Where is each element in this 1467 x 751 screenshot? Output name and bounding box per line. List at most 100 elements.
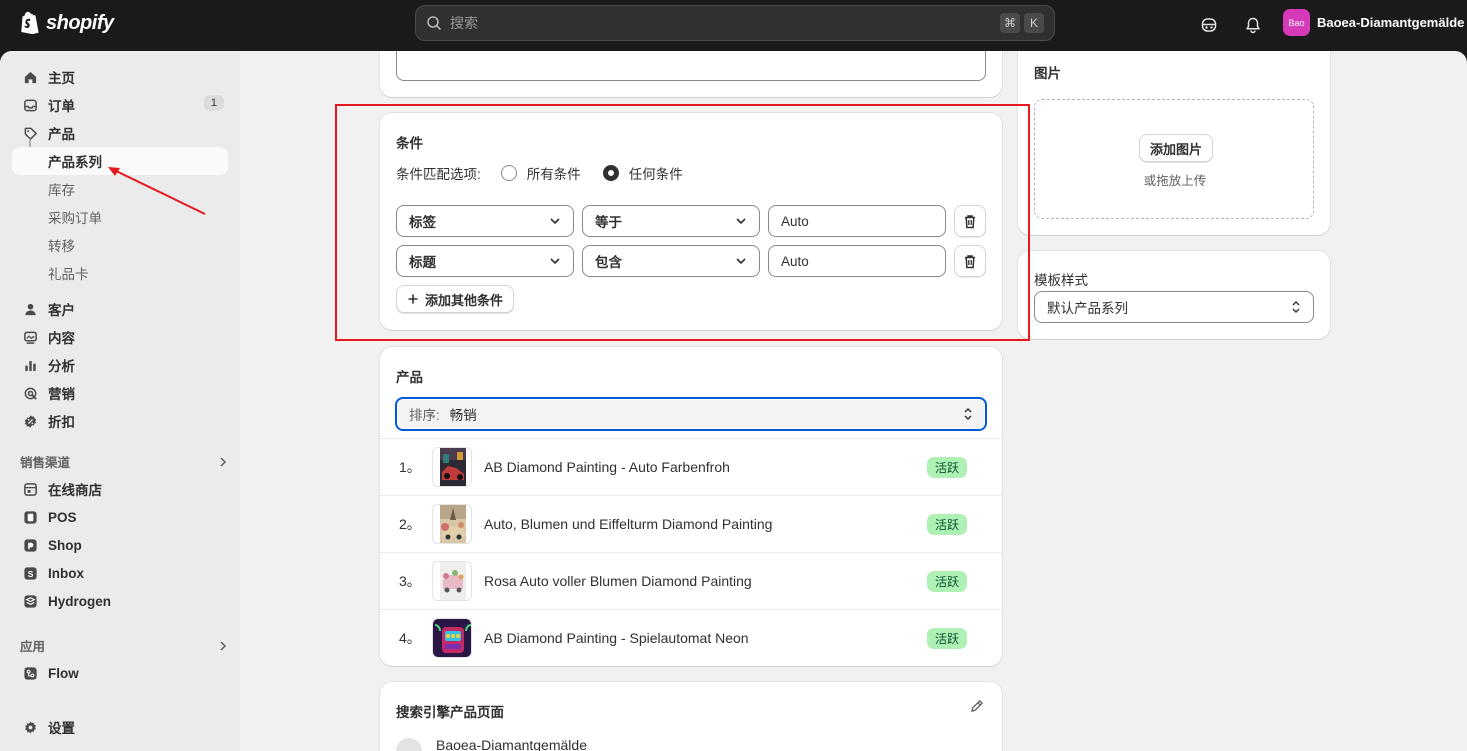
content-icon bbox=[22, 329, 38, 345]
image-dropzone[interactable]: 添加图片 或拖放上传 bbox=[1034, 99, 1314, 219]
sidebar-item-label: 营销 bbox=[48, 387, 75, 402]
sidebar-item-transfers[interactable]: 转移 bbox=[12, 231, 228, 259]
orders-count-badge: 1 bbox=[203, 95, 224, 111]
apps-header[interactable]: 应用 bbox=[20, 636, 228, 655]
sidebar-item-label: 在线商店 bbox=[48, 483, 102, 498]
sidebar-item-shop[interactable]: Shop bbox=[12, 531, 228, 559]
add-image-button[interactable]: 添加图片 bbox=[1139, 134, 1214, 162]
description-card bbox=[380, 51, 1002, 97]
sidebar-item-marketing[interactable]: 营销 bbox=[12, 379, 228, 407]
avatar: Bao bbox=[1283, 9, 1310, 36]
product-name: AB Diamond Painting - Spielautomat Neon bbox=[484, 630, 749, 646]
sidebar-item-discounts[interactable]: 折扣 bbox=[12, 407, 228, 435]
sidebar-item-label: Shop bbox=[48, 537, 82, 553]
store-icon bbox=[22, 481, 38, 497]
store-name: Baoea-Diamantgemälde bbox=[1317, 15, 1465, 30]
sidebar-item-label: Flow bbox=[48, 665, 79, 681]
sidebar-item-label: 折扣 bbox=[48, 415, 75, 430]
sidebar-item-label: 客户 bbox=[48, 303, 75, 318]
home-icon bbox=[22, 69, 38, 85]
products-title: 产品 bbox=[396, 370, 423, 385]
sidebar-item-products[interactable]: 产品 bbox=[12, 119, 228, 147]
target-icon bbox=[22, 385, 38, 401]
sidebar-item-settings[interactable]: 设置 bbox=[12, 713, 228, 741]
sidebar-item-label: POS bbox=[48, 509, 77, 525]
product-thumbnail bbox=[432, 447, 472, 487]
product-index: 4。 bbox=[399, 630, 421, 646]
template-label: 模板样式 bbox=[1034, 273, 1088, 288]
product-thumbnail bbox=[432, 504, 472, 544]
sidebar-item-content[interactable]: 内容 bbox=[12, 323, 228, 351]
sidebar-item-label: 设置 bbox=[48, 721, 75, 736]
sidebar-item-pos[interactable]: POS bbox=[12, 503, 228, 531]
product-index: 3。 bbox=[399, 573, 421, 589]
sidebar-item-label: 礼品卡 bbox=[48, 267, 89, 282]
table-row[interactable]: 2。 Auto, Blumen und Eiffelturm Diamond P… bbox=[380, 495, 1002, 552]
edit-seo-button[interactable] bbox=[969, 699, 984, 717]
sidebar-item-home[interactable]: 主页 bbox=[12, 63, 228, 91]
product-thumbnail bbox=[432, 618, 472, 658]
description-editor[interactable] bbox=[396, 51, 986, 81]
bell-icon[interactable] bbox=[1240, 12, 1266, 38]
sort-select[interactable]: 排序: 畅销 bbox=[395, 397, 987, 431]
search-input[interactable] bbox=[450, 15, 996, 31]
shop-icon bbox=[22, 537, 38, 553]
shopify-logo[interactable]: shopify bbox=[20, 11, 114, 35]
image-title: 图片 bbox=[1034, 66, 1061, 81]
sidebar-item-label: 产品 bbox=[48, 127, 75, 142]
chevron-right-icon bbox=[220, 456, 227, 467]
inbox-icon bbox=[22, 97, 38, 113]
sidebar-item-label: 内容 bbox=[48, 331, 75, 346]
store-menu[interactable]: Bao Baoea-Diamantgemälde bbox=[1283, 9, 1464, 36]
sidebar-item-gift-cards[interactable]: 礼品卡 bbox=[12, 259, 228, 287]
sidebar-item-flow[interactable]: Flow bbox=[12, 659, 228, 687]
sidebar-item-label: 库存 bbox=[48, 183, 75, 198]
pos-icon bbox=[22, 509, 38, 525]
product-name: AB Diamond Painting - Auto Farbenfroh bbox=[484, 459, 730, 475]
sidebar-item-analytics[interactable]: 分析 bbox=[12, 351, 228, 379]
svg-text:S: S bbox=[27, 568, 33, 578]
table-row[interactable]: 1。 AB Diamond Painting - Auto Farbenfroh… bbox=[380, 438, 1002, 495]
sidebar-item-label: 分析 bbox=[48, 359, 75, 374]
product-name: Auto, Blumen und Eiffelturm Diamond Pain… bbox=[484, 516, 773, 532]
sidebar-item-hydrogen[interactable]: Hydrogen bbox=[12, 587, 228, 615]
table-row[interactable]: 3。 Rosa Auto voller Blumen Diamond Paint… bbox=[380, 552, 1002, 609]
store-favicon bbox=[396, 738, 422, 751]
shopify-bag-icon bbox=[21, 11, 39, 35]
sidebar-item-label: Inbox bbox=[48, 565, 84, 581]
annotation-arrow bbox=[108, 167, 206, 215]
hydrogen-icon bbox=[22, 593, 38, 609]
chevron-right-icon bbox=[220, 640, 227, 651]
search-bar[interactable]: ⌘ K bbox=[415, 5, 1055, 41]
sidebar: 主页 订单 1 产品 产品系列 库存 采购订单 转移 礼品卡 客户 内容 分析 … bbox=[0, 51, 240, 751]
chart-icon bbox=[22, 357, 38, 373]
sidebar-item-orders[interactable]: 订单 1 bbox=[12, 91, 228, 119]
pencil-icon bbox=[971, 700, 983, 712]
status-badge: 活跃 bbox=[926, 456, 967, 478]
sidebar-item-inbox[interactable]: S Inbox bbox=[12, 559, 228, 587]
assistant-icon[interactable] bbox=[1196, 12, 1222, 38]
gear-icon bbox=[22, 719, 38, 735]
search-icon bbox=[427, 16, 441, 30]
seo-store-name: Baoea-Diamantgemälde bbox=[436, 737, 587, 751]
sidebar-item-label: 订单 bbox=[48, 99, 75, 114]
products-card: 产品 排序: 畅销 1。 AB Diamond Painting - Auto … bbox=[380, 347, 1002, 666]
shortcut-key-cmd: ⌘ bbox=[1000, 13, 1020, 33]
sidebar-item-label: 产品系列 bbox=[48, 155, 102, 170]
person-icon bbox=[22, 301, 38, 317]
sidebar-item-online-store[interactable]: 在线商店 bbox=[12, 475, 228, 503]
select-arrows-icon bbox=[1292, 301, 1300, 313]
button-label: 添加图片 bbox=[1150, 141, 1203, 157]
status-badge: 活跃 bbox=[926, 627, 967, 649]
product-name: Rosa Auto voller Blumen Diamond Painting bbox=[484, 573, 752, 589]
discount-icon bbox=[22, 413, 38, 429]
flow-icon bbox=[22, 665, 38, 681]
sidebar-item-label: 主页 bbox=[48, 71, 75, 86]
sales-channels-header[interactable]: 销售渠道 bbox=[20, 452, 228, 471]
template-select[interactable]: 默认产品系列 bbox=[1034, 291, 1314, 323]
template-card: 模板样式 默认产品系列 bbox=[1018, 251, 1330, 339]
table-row[interactable]: 4。 AB Diamond Painting - Spielautomat Ne… bbox=[380, 609, 1002, 666]
annotation-highlight-box bbox=[335, 104, 1030, 341]
product-index: 2。 bbox=[399, 516, 421, 532]
sidebar-item-customers[interactable]: 客户 bbox=[12, 295, 228, 323]
